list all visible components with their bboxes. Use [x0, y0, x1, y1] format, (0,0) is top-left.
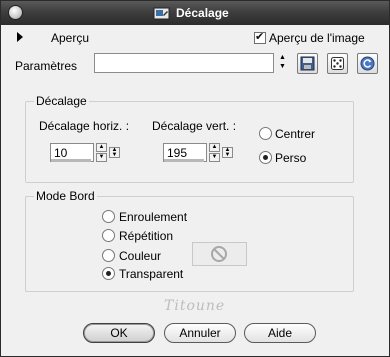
center-radio[interactable]: [259, 127, 272, 140]
dialog-window: Décalage Aperçu Aperçu de l'image Paramè…: [0, 0, 390, 357]
expand-preview-icon[interactable]: [17, 32, 23, 42]
preview-image-checkbox[interactable]: [254, 30, 266, 44]
preview-section-label: Aperçu: [51, 31, 90, 45]
signature-watermark: Titoune: [164, 298, 226, 314]
vertical-offset-slider[interactable]: [164, 159, 204, 162]
offset-group: Décalage: [25, 94, 354, 183]
presets-label: Paramètres: [15, 59, 78, 73]
save-icon: [300, 56, 315, 71]
vertical-offset-label: Décalage vert. :: [152, 119, 237, 133]
reset-icon: [360, 56, 375, 71]
cancel-button[interactable]: Annuler: [164, 323, 236, 343]
custom-radio[interactable]: [259, 151, 272, 164]
preview-row: Aperçu Aperçu de l'image: [1, 29, 389, 47]
color-radio[interactable]: [102, 249, 115, 262]
repeat-radio[interactable]: [102, 229, 115, 242]
transparent-radio-label: Transparent: [119, 267, 184, 281]
horizontal-offset-stepper[interactable]: 10 ▲ ▼ ▲ ▼: [50, 143, 120, 164]
horizontal-down-button[interactable]: ▼: [96, 153, 107, 162]
vertical-up-button[interactable]: ▲: [209, 143, 220, 152]
preview-image-label: Aperçu de l'image: [269, 31, 365, 45]
color-radio-label: Couleur: [119, 249, 162, 263]
no-color-icon: [211, 246, 227, 262]
center-radio-label: Centrer: [275, 127, 316, 141]
title-bar: Décalage: [1, 1, 389, 25]
repeat-radio-label: Répétition: [119, 229, 174, 243]
save-preset-button[interactable]: [297, 53, 318, 74]
offset-group-title: Décalage: [34, 94, 89, 108]
horizontal-range-button[interactable]: ▲ ▼: [109, 147, 120, 158]
ok-button[interactable]: OK: [83, 323, 155, 343]
edge-color-swatch[interactable]: [192, 242, 247, 266]
window-menu-button[interactable]: [8, 5, 23, 20]
wrap-radio-label: Enroulement: [119, 210, 188, 224]
window-title: Décalage: [176, 6, 229, 20]
presets-spinner[interactable]: ▲ ▼: [277, 53, 288, 73]
dice-icon: [331, 57, 344, 70]
app-icon: [153, 7, 170, 20]
randomize-button[interactable]: [327, 53, 348, 74]
wrap-radio[interactable]: [102, 210, 115, 223]
edge-mode-group: Mode Bord: [25, 189, 354, 292]
reset-button[interactable]: [357, 53, 378, 74]
edge-mode-group-title: Mode Bord: [34, 189, 97, 203]
horizontal-up-button[interactable]: ▲: [96, 143, 107, 152]
vertical-down-button[interactable]: ▼: [209, 153, 220, 162]
horizontal-offset-slider[interactable]: [51, 159, 91, 162]
horizontal-offset-label: Décalage horiz. :: [39, 119, 130, 133]
custom-radio-label: Perso: [275, 151, 307, 165]
transparent-radio[interactable]: [102, 267, 115, 280]
vertical-range-button[interactable]: ▲ ▼: [222, 147, 233, 158]
help-button[interactable]: Aide: [244, 323, 316, 343]
vertical-offset-stepper[interactable]: 195 ▲ ▼ ▲ ▼: [163, 143, 233, 164]
presets-field[interactable]: [94, 53, 274, 73]
